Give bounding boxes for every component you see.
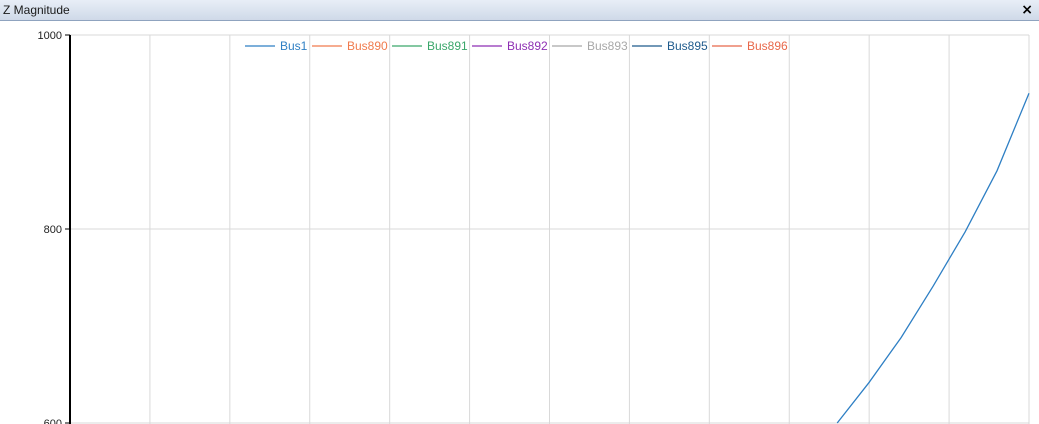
y-tick-label-800: 800 bbox=[44, 224, 62, 236]
legend-label-bus891: Bus891 bbox=[427, 39, 468, 53]
legend-label-bus895: Bus895 bbox=[667, 39, 708, 53]
z-magnitude-chart: 1000 800 600 Bus1 Bus890 Bus891 Bus892 Bus893 Bu… bbox=[38, 30, 1030, 424]
legend-label-bus892: Bus892 bbox=[507, 39, 548, 53]
window-title: Z Magnitude bbox=[3, 3, 70, 17]
chart-area: 1000 800 600 Bus1 Bus890 Bus891 Bus892 Bus893 Bu… bbox=[0, 22, 1039, 424]
y-tick-label-600: 600 bbox=[44, 418, 62, 424]
chart-window: Z Magnitude × 1000 800 600 Bus1 Bus890 Bus891… bbox=[0, 0, 1039, 424]
legend-label-bus896: Bus896 bbox=[747, 39, 788, 53]
legend-label-bus1: Bus1 bbox=[280, 39, 308, 53]
y-tick-label-1000: 1000 bbox=[38, 30, 62, 42]
legend-label-bus890: Bus890 bbox=[347, 39, 388, 53]
title-bar: Z Magnitude × bbox=[0, 0, 1039, 21]
close-icon[interactable]: × bbox=[1021, 1, 1033, 19]
legend-label-bus893: Bus893 bbox=[587, 39, 628, 53]
series-line-bus1 bbox=[836, 92, 1030, 424]
